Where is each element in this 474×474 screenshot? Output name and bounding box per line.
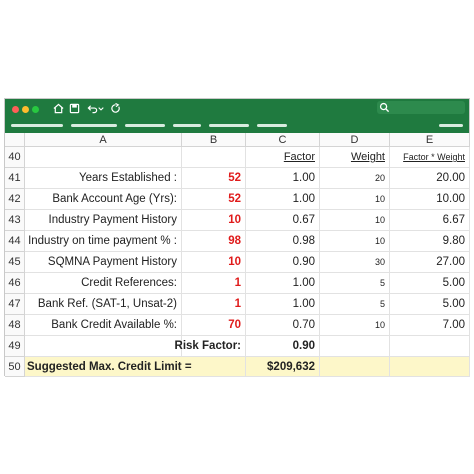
cell-c49[interactable]: 0.90 [246,336,320,357]
cell-e47[interactable]: 5.00 [390,294,470,315]
row-header[interactable]: 45 [5,252,25,273]
title-bar [5,99,469,133]
zoom-dot-icon[interactable] [32,106,39,113]
row-header[interactable]: 44 [5,231,25,252]
undo-dropdown-icon[interactable] [97,101,105,115]
save-icon[interactable] [67,101,81,115]
redo-icon[interactable] [108,101,122,115]
cell-d42[interactable]: 10 [320,189,390,210]
cell-c45[interactable]: 0.90 [246,252,320,273]
cell-b48[interactable]: 70 [182,315,246,336]
cell-b47[interactable]: 1 [182,294,246,315]
cell-b44[interactable]: 98 [182,231,246,252]
minimize-dot-icon[interactable] [22,106,29,113]
cell-c43[interactable]: 0.67 [246,210,320,231]
cell-e42[interactable]: 10.00 [390,189,470,210]
column-header-a[interactable]: A [25,133,182,147]
cell-c40[interactable]: Factor [246,147,320,168]
cell-d43[interactable]: 10 [320,210,390,231]
cell-e45[interactable]: 27.00 [390,252,470,273]
column-header-d[interactable]: D [320,133,390,147]
cell-e44[interactable]: 9.80 [390,231,470,252]
ribbon-tab-2[interactable] [71,124,117,127]
cell-c42[interactable]: 1.00 [246,189,320,210]
search-icon [377,100,391,114]
column-header-c[interactable]: C [246,133,320,147]
home-icon[interactable] [51,101,65,115]
row-header[interactable]: 41 [5,168,25,189]
cell-c44[interactable]: 0.98 [246,231,320,252]
ribbon-tab-4[interactable] [173,124,201,127]
cell-e50[interactable] [390,357,470,377]
cell-a42[interactable]: Bank Account Age (Yrs): [25,189,182,210]
spreadsheet-window: A B C D E 40 Factor Weight Factor * Weig… [4,98,470,377]
cell-a45[interactable]: SQMNA Payment History [25,252,182,273]
cell-d49[interactable] [320,336,390,357]
cell-a46[interactable]: Credit References: [25,273,182,294]
cell-c47[interactable]: 1.00 [246,294,320,315]
cell-e43[interactable]: 6.67 [390,210,470,231]
cell-c48[interactable]: 0.70 [246,315,320,336]
cell-e49[interactable] [390,336,470,357]
cell-e48[interactable]: 7.00 [390,315,470,336]
cell-b41[interactable]: 52 [182,168,246,189]
cell-c41[interactable]: 1.00 [246,168,320,189]
cell-b40[interactable] [182,147,246,168]
cell-e46[interactable]: 5.00 [390,273,470,294]
cell-d48[interactable]: 10 [320,315,390,336]
cell-a50[interactable]: Suggested Max. Credit Limit = [25,357,246,377]
cell-d47[interactable]: 5 [320,294,390,315]
search-input[interactable] [377,101,465,114]
cell-d41[interactable]: 20 [320,168,390,189]
select-all-corner[interactable] [5,133,25,147]
cell-a44[interactable]: Industry on time payment % : [25,231,182,252]
column-header-b[interactable]: B [182,133,246,147]
ribbon-tab-1[interactable] [11,124,63,127]
row-header[interactable]: 46 [5,273,25,294]
cell-e40[interactable]: Factor * Weight [390,147,470,168]
row-header[interactable]: 48 [5,315,25,336]
cell-e41[interactable]: 20.00 [390,168,470,189]
cell-d45[interactable]: 30 [320,252,390,273]
close-dot-icon[interactable] [12,106,19,113]
cell-d46[interactable]: 5 [320,273,390,294]
row-header[interactable]: 40 [5,147,25,168]
cell-a48[interactable]: Bank Credit Available %: [25,315,182,336]
row-header[interactable]: 50 [5,357,25,377]
cell-d50[interactable] [320,357,390,377]
cell-a40[interactable] [25,147,182,168]
row-header[interactable]: 49 [5,336,25,357]
row-header[interactable]: 43 [5,210,25,231]
cell-c46[interactable]: 1.00 [246,273,320,294]
cell-d40[interactable]: Weight [320,147,390,168]
cell-b49[interactable]: Risk Factor: [105,336,246,357]
column-header-e[interactable]: E [390,133,470,147]
cell-a47[interactable]: Bank Ref. (SAT-1, Unsat-2) [25,294,182,315]
row-header[interactable]: 47 [5,294,25,315]
cell-b43[interactable]: 10 [182,210,246,231]
cell-a41[interactable]: Years Established : [25,168,182,189]
ribbon-tab-7[interactable] [439,124,463,127]
cell-a43[interactable]: Industry Payment History [25,210,182,231]
ribbon-tab-6[interactable] [257,124,287,127]
cell-b46[interactable]: 1 [182,273,246,294]
cell-b42[interactable]: 52 [182,189,246,210]
cell-d44[interactable]: 10 [320,231,390,252]
cell-c50[interactable]: $209,632 [246,357,320,377]
ribbon-tab-5[interactable] [209,124,249,127]
row-header[interactable]: 42 [5,189,25,210]
ribbon-tab-3[interactable] [125,124,165,127]
cell-b45[interactable]: 10 [182,252,246,273]
